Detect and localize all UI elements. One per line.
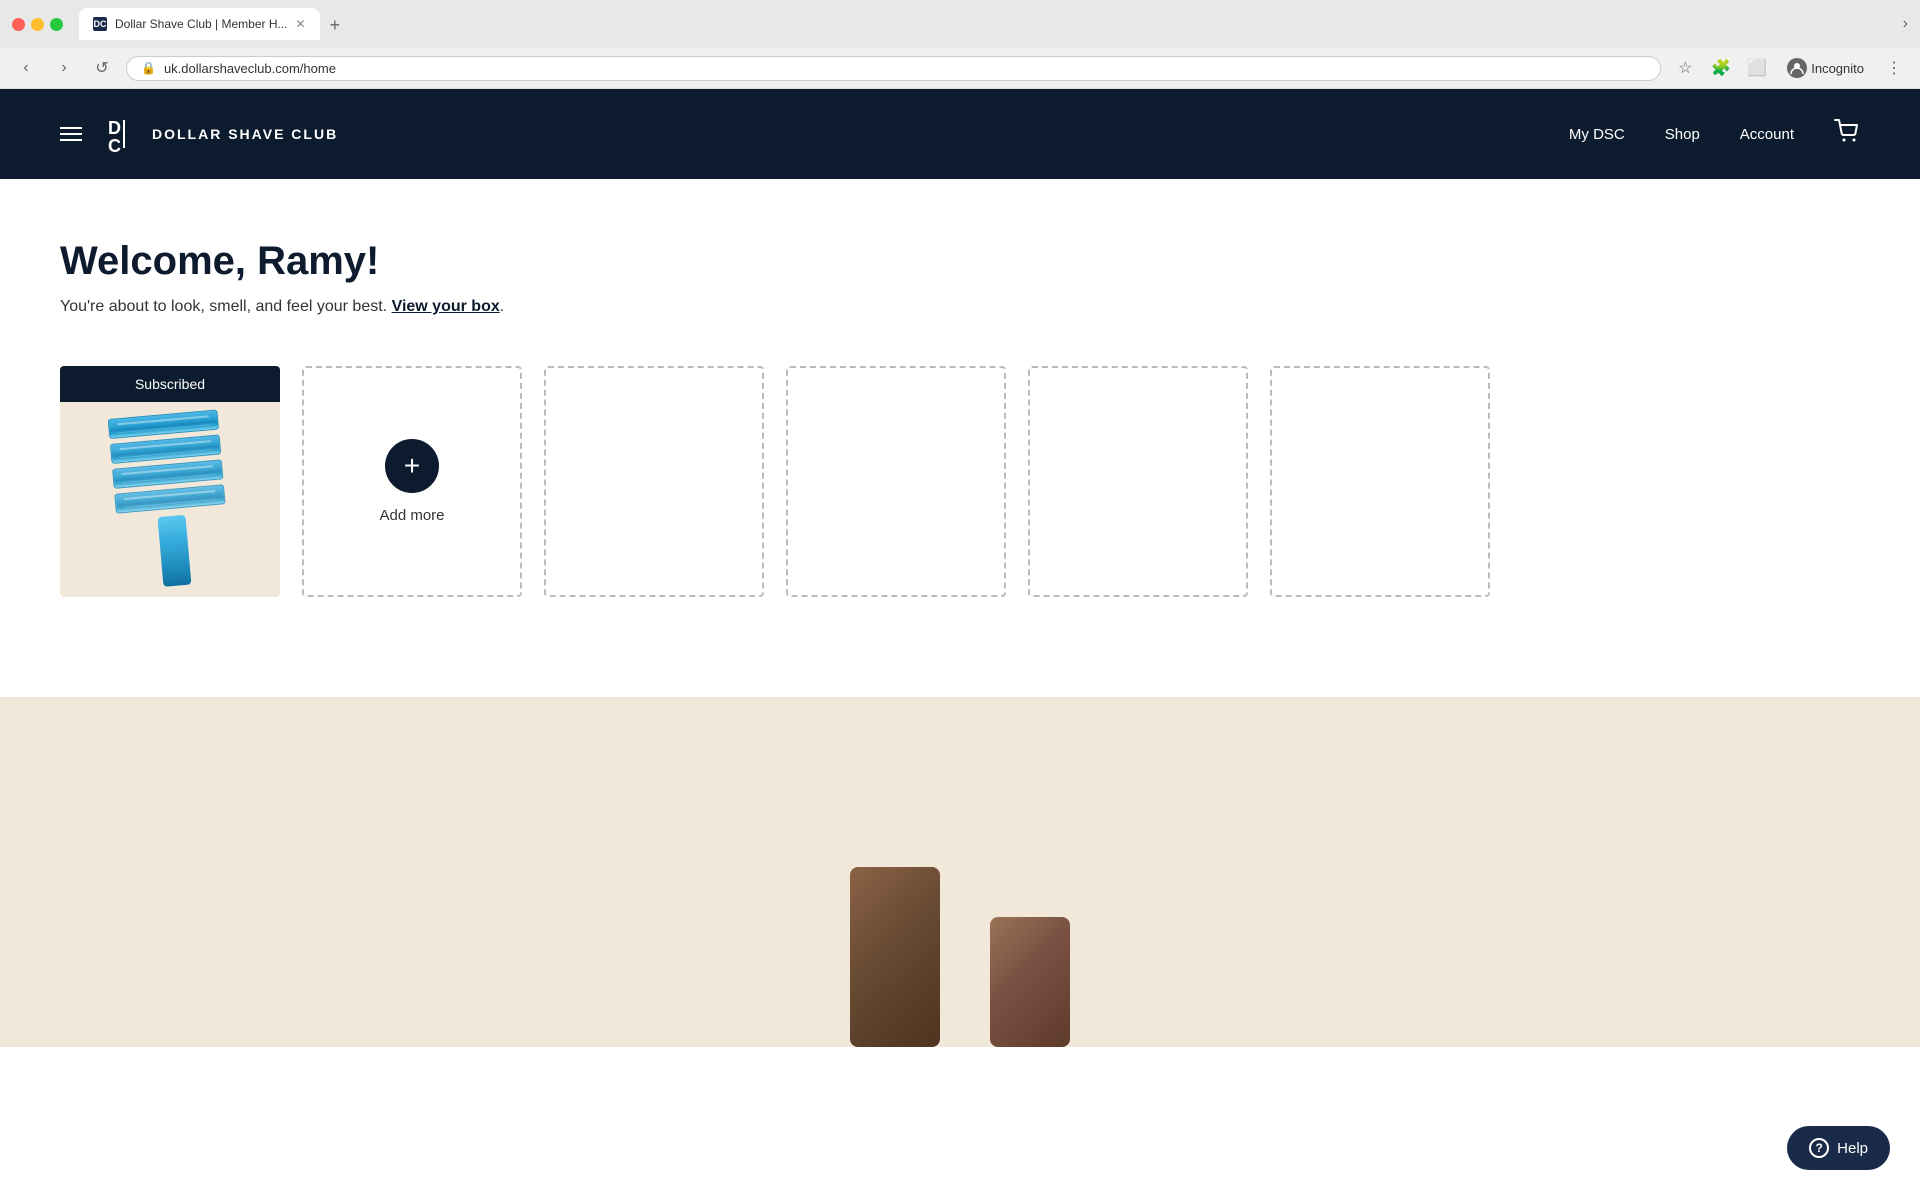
reload-button[interactable]: ↺ [88, 54, 116, 82]
main-nav: My DSC Shop Account [1569, 119, 1860, 149]
logo-link[interactable]: D C DOLLAR SHAVE CLUB [106, 112, 338, 156]
incognito-label: Incognito [1811, 61, 1864, 76]
profile-icon [1787, 58, 1807, 78]
browser-toolbar: ‹ › ↺ 🔒 uk.dollarshaveclub.com/home ☆ 🧩 … [0, 48, 1920, 89]
lock-icon: 🔒 [141, 61, 156, 75]
subscribed-card: Subscribed [60, 366, 280, 597]
product-cylinder-tall [850, 867, 940, 1047]
browser-action-buttons: ☆ 🧩 ⬜ Incognito ⋮ [1671, 54, 1908, 82]
nav-shop[interactable]: Shop [1665, 126, 1700, 143]
new-tab-button[interactable]: + [322, 11, 349, 40]
tab-title: Dollar Shave Club | Member H... [115, 17, 288, 31]
add-more-label: Add more [379, 507, 444, 524]
address-bar[interactable]: 🔒 uk.dollarshaveclub.com/home [126, 56, 1661, 81]
back-button[interactable]: ‹ [12, 54, 40, 82]
sidebar-button[interactable]: ⬜ [1743, 54, 1771, 82]
welcome-sub-text: You're about to look, smell, and feel yo… [60, 298, 387, 315]
subscribed-badge: Subscribed [60, 366, 280, 402]
minimize-window-button[interactable] [31, 18, 44, 31]
profile-button[interactable]: Incognito [1779, 54, 1872, 82]
empty-card-2 [786, 366, 1006, 597]
active-tab[interactable]: DC Dollar Shave Club | Member H... ✕ [79, 8, 320, 40]
add-more-card[interactable]: + Add more [302, 366, 522, 597]
tab-favicon: DC [93, 17, 107, 31]
url-text: uk.dollarshaveclub.com/home [164, 61, 1646, 76]
add-more-button[interactable]: + [385, 439, 439, 493]
empty-card-3 [1028, 366, 1248, 597]
help-label: Help [1837, 1140, 1868, 1157]
tab-close-button[interactable]: ✕ [296, 17, 306, 31]
browser-chrome: DC Dollar Shave Club | Member H... ✕ + ›… [0, 0, 1920, 89]
product-cylinder-short [990, 917, 1070, 1047]
fullscreen-window-button[interactable] [50, 18, 63, 31]
extensions-button[interactable]: 🧩 [1707, 54, 1735, 82]
logo-text: DOLLAR SHAVE CLUB [152, 126, 338, 142]
menu-button[interactable]: ⋮ [1880, 54, 1908, 82]
subscribed-card-body[interactable] [60, 402, 280, 597]
empty-card-1 [544, 366, 764, 597]
welcome-subtext: You're about to look, smell, and feel yo… [60, 298, 1860, 316]
close-window-button[interactable] [12, 18, 25, 31]
svg-text:C: C [108, 136, 121, 156]
product-cards-row: Subscribed + Add more [60, 366, 1860, 597]
banner-products [850, 867, 1070, 1047]
bottom-banner [0, 697, 1920, 1047]
logo-svg: D C [106, 112, 142, 156]
browser-titlebar: DC Dollar Shave Club | Member H... ✕ + › [0, 0, 1920, 48]
cart-button[interactable] [1834, 119, 1860, 149]
window-right-control: › [1903, 15, 1908, 33]
svg-text:D: D [108, 118, 121, 138]
forward-button[interactable]: › [50, 54, 78, 82]
help-button[interactable]: ? Help [1787, 1126, 1890, 1170]
view-box-link[interactable]: View your box [392, 298, 500, 315]
bookmark-button[interactable]: ☆ [1671, 54, 1699, 82]
help-icon: ? [1809, 1138, 1829, 1158]
browser-tabs: DC Dollar Shave Club | Member H... ✕ + [79, 8, 348, 40]
chevron-icon: › [1903, 15, 1908, 32]
main-content: Welcome, Ramy! You're about to look, sme… [0, 179, 1920, 637]
nav-my-dsc[interactable]: My DSC [1569, 126, 1625, 143]
welcome-heading: Welcome, Ramy! [60, 239, 1860, 284]
hamburger-menu-button[interactable] [60, 127, 82, 141]
site-header: D C DOLLAR SHAVE CLUB My DSC Shop Accoun… [0, 89, 1920, 179]
nav-account[interactable]: Account [1740, 126, 1794, 143]
razor-product-image [108, 409, 233, 590]
window-controls [12, 18, 63, 31]
empty-card-4 [1270, 366, 1490, 597]
